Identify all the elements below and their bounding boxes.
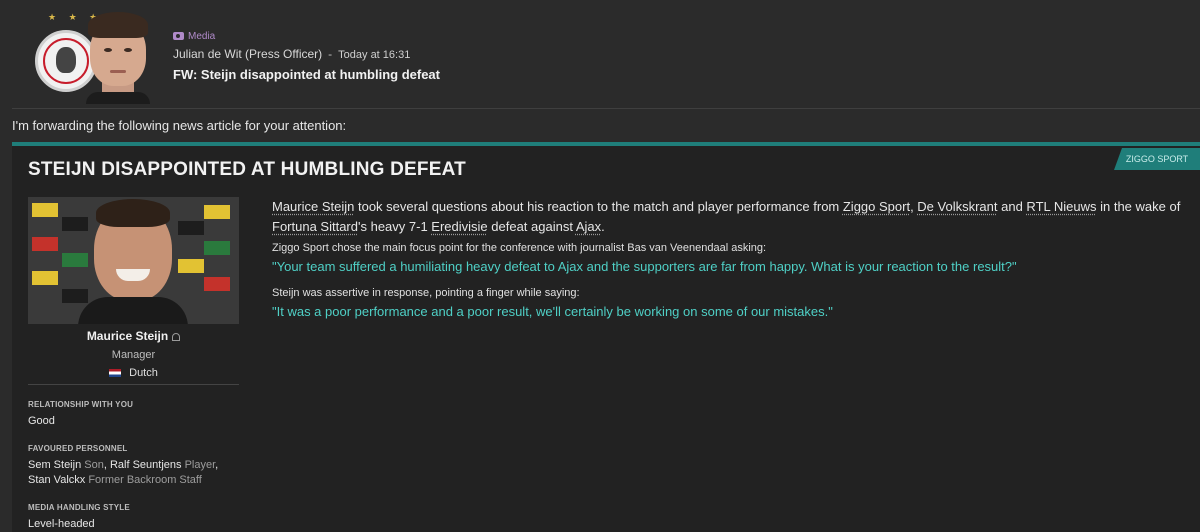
relationship-label: RELATIONSHIP WITH YOU	[28, 400, 134, 409]
sender-name[interactable]: Julian de Wit (Press Officer)	[173, 47, 322, 63]
intro-text: defeat against	[487, 219, 576, 234]
backdrop-panel	[32, 237, 58, 251]
competition-link[interactable]: Eredivisie	[431, 219, 487, 234]
intro-text: 's heavy 7-1	[358, 219, 432, 234]
media-handling-label: MEDIA HANDLING STYLE	[28, 503, 130, 512]
media-icon	[173, 32, 184, 40]
list-separator: ,	[215, 459, 219, 471]
response-text: Steijn was assertive in response, pointi…	[272, 287, 580, 299]
forward-text: I'm forwarding the following news articl…	[12, 118, 347, 133]
sender-separator: -	[328, 47, 333, 61]
backdrop-panel	[62, 289, 88, 303]
backdrop-panel	[32, 203, 58, 217]
avatar-hair	[88, 12, 148, 38]
avatar-mouth	[110, 70, 126, 73]
intro-text: in the wake of	[1096, 199, 1181, 214]
backdrop-panel	[62, 253, 88, 267]
favoured-person-link[interactable]: Stan Valckx	[28, 474, 85, 486]
article-headline: STEIJN DISAPPOINTED AT HUMBLING DEFEAT	[28, 159, 466, 180]
profile-role: Manager	[111, 349, 156, 361]
media-outlet-link[interactable]: Ziggo Sport	[843, 199, 910, 214]
avatar-eye	[104, 48, 112, 52]
backdrop-panel	[178, 259, 204, 273]
article-intro: Maurice Steijn took several questions ab…	[272, 197, 1192, 237]
header-divider	[12, 108, 1200, 109]
backdrop-panel	[204, 241, 230, 255]
backdrop-panel	[62, 217, 88, 231]
intro-text: .	[601, 219, 605, 234]
profile-divider	[28, 384, 239, 385]
media-outlet-link[interactable]: De Volkskrant	[917, 199, 997, 214]
profile-name-row: Maurice Steijn	[28, 329, 239, 343]
avatar-shirt	[86, 92, 150, 104]
favoured-person-link[interactable]: Sem Steijn	[28, 459, 81, 471]
avatar-eye	[124, 48, 132, 52]
intro-text: took several questions about his reactio…	[354, 199, 843, 214]
club-link[interactable]: Fortuna Sittard	[272, 219, 358, 234]
favoured-person-link[interactable]: Ralf Seuntjens	[110, 459, 182, 471]
profile-nationality[interactable]: Dutch	[129, 367, 158, 379]
profile-nationality-row: Dutch	[28, 367, 239, 379]
person-link[interactable]: Maurice Steijn	[272, 199, 354, 214]
relationship-value: Good	[28, 415, 55, 427]
netherlands-flag-icon	[109, 369, 122, 378]
message-meta: Media Julian de Wit (Press Officer) - To…	[173, 28, 440, 82]
manager-answer: "It was a poor performance and a poor re…	[272, 304, 833, 319]
person-icon	[172, 332, 181, 341]
source-badge[interactable]: ZIGGO SPORT	[1114, 148, 1200, 170]
intro-text: and	[997, 199, 1027, 214]
favoured-person-relation: Former Backroom Staff	[85, 474, 202, 486]
focus-text: Ziggo Sport chose the main focus point f…	[272, 242, 767, 254]
journalist-question: "Your team suffered a humiliating heavy …	[272, 259, 1017, 274]
media-handling-value: Level-headed	[28, 518, 95, 530]
sender-row: Julian de Wit (Press Officer) - Today at…	[173, 47, 440, 63]
favoured-person-relation: Player	[181, 459, 216, 471]
backdrop-panel	[178, 221, 204, 235]
favoured-person-relation: Son	[81, 459, 104, 471]
message-subject: FW: Steijn disappointed at humbling defe…	[173, 67, 440, 82]
message-timestamp: Today at 16:31	[338, 49, 411, 61]
message-header: ★ ★ ★ Media Julian de Wit (Press Officer…	[0, 0, 1200, 108]
person-avatar-icon[interactable]	[80, 10, 156, 104]
manager-photo[interactable]	[28, 197, 239, 324]
backdrop-panel	[204, 205, 230, 219]
media-outlet-link[interactable]: RTL Nieuws	[1026, 199, 1096, 214]
profile-name[interactable]: Maurice Steijn	[87, 329, 168, 343]
manager-body	[78, 297, 188, 324]
media-tag-row: Media	[173, 28, 440, 44]
favoured-personnel-label: FAVOURED PERSONNEL	[28, 444, 128, 453]
crest-head	[56, 47, 76, 73]
club-link[interactable]: Ajax	[576, 219, 601, 234]
backdrop-panel	[204, 277, 230, 291]
media-tag: Media	[188, 30, 216, 42]
manager-hair	[96, 199, 170, 227]
article-body: Maurice Steijn took several questions ab…	[272, 197, 1192, 321]
backdrop-panel	[32, 271, 58, 285]
news-article: ZIGGO SPORT STEIJN DISAPPOINTED AT HUMBL…	[12, 142, 1200, 532]
favoured-personnel-list: Sem Steijn Son, Ralf Seuntjens Player, S…	[28, 458, 239, 488]
